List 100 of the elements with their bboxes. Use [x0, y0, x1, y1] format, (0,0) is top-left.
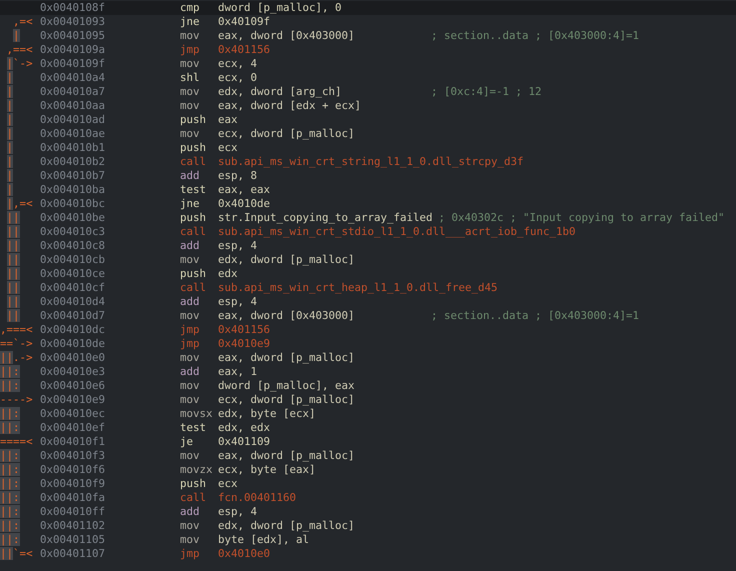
- jump-arrows: ||: [6, 253, 20, 267]
- code-line[interactable]: ||: 0x00401105 mov byte [edx], al: [0, 533, 736, 547]
- address-text: 0x004010ba: [40, 183, 106, 197]
- operand-text: eax, dword [0x403000]: [218, 29, 355, 43]
- address-text: 0x004010aa: [40, 99, 106, 113]
- jump-arrows: ||:: [0, 421, 20, 435]
- jump-arrows: ||:: [0, 533, 20, 547]
- address-text: 0x004010de: [40, 337, 106, 351]
- code-line[interactable]: || 0x004010c8 add esp, 4: [0, 239, 736, 253]
- code-line[interactable]: || 0x004010d4 add esp, 4: [0, 295, 736, 309]
- address-text: 0x004010ae: [40, 127, 106, 141]
- operand-text: 0x401156: [218, 43, 270, 57]
- mnemonic-text: push: [180, 477, 206, 491]
- address-text: 0x00401105: [40, 533, 106, 547]
- code-line[interactable]: ==`-> 0x004010de jmp 0x4010e9: [0, 337, 736, 351]
- address-text: 0x004010ec: [40, 407, 106, 421]
- operand-text: ecx, 0: [218, 71, 258, 85]
- operand-text: 0x401156: [218, 323, 270, 337]
- operand-text: ecx: [218, 477, 238, 491]
- code-line[interactable]: ||: 0x004010f6 movzx ecx, byte [eax]: [0, 463, 736, 477]
- operand-text: fcn.00401160: [218, 491, 296, 505]
- address-text: 0x004010ad: [40, 113, 106, 127]
- address-text: 0x00401095: [40, 29, 106, 43]
- mnemonic-text: movsx: [180, 407, 213, 421]
- operand-text: ecx, dword [p_malloc]: [218, 393, 355, 407]
- code-line[interactable]: ,===< 0x004010dc jmp 0x401156: [0, 323, 736, 337]
- code-line[interactable]: | 0x004010a4 shl ecx, 0: [0, 71, 736, 85]
- code-line[interactable]: ||.-> 0x004010e0 mov eax, dword [p_malloc]: [0, 351, 736, 365]
- code-line[interactable]: ||: 0x004010ef test edx, edx: [0, 421, 736, 435]
- code-line[interactable]: |`-> 0x0040109f mov ecx, 4: [0, 57, 736, 71]
- mnemonic-text: cmp: [180, 1, 200, 15]
- mnemonic-text: jmp: [180, 547, 200, 561]
- code-line[interactable]: | 0x004010b2 call sub.api_ms_win_crt_string_l1_1_0.dll_strcpy_d3f: [0, 155, 736, 169]
- mnemonic-text: call: [180, 491, 206, 505]
- operand-text: esp, 8: [218, 169, 258, 183]
- jump-arrows: ||.->: [0, 351, 33, 365]
- code-line[interactable]: |,=< 0x004010bc jne 0x4010de: [0, 197, 736, 211]
- jump-arrows: |: [6, 99, 14, 113]
- mnemonic-text: push: [180, 141, 206, 155]
- operand-text: eax, dword [p_malloc]: [218, 351, 355, 365]
- jump-arrows: |: [12, 29, 20, 43]
- jump-arrows: ||: [6, 267, 20, 281]
- jump-arrows: |: [6, 127, 14, 141]
- code-line[interactable]: ||: 0x004010e3 add eax, 1: [0, 365, 736, 379]
- code-line[interactable]: || 0x004010ce push edx: [0, 267, 736, 281]
- code-line[interactable]: ||: 0x004010f3 mov eax, dword [p_malloc]: [0, 449, 736, 463]
- comment-text: ; 0x40302c ; "Input copying to array failed": [438, 211, 725, 225]
- jump-arrows: ||: [6, 239, 20, 253]
- code-line[interactable]: ||: 0x004010fa call fcn.00401160: [0, 491, 736, 505]
- code-line[interactable]: ||: 0x004010ec movsx edx, byte [ecx]: [0, 407, 736, 421]
- jump-arrows: ==`->: [0, 337, 33, 351]
- code-line[interactable]: | 0x00401095 mov eax, dword [0x403000] ; section..data ; [0x403000:4]=1: [0, 29, 736, 43]
- jump-arrows: ||: [6, 225, 20, 239]
- address-text: 0x004010ef: [40, 421, 106, 435]
- operand-text: sub.api_ms_win_crt_string_l1_1_0.dll_strcpy_d3f: [218, 155, 524, 169]
- code-line[interactable]: | 0x004010ad push eax: [0, 113, 736, 127]
- code-line[interactable]: || 0x004010be push str.Input_copying_to_array_failed ; 0x40302c ; "Input copying to array failed": [0, 211, 736, 225]
- code-line[interactable]: || 0x004010cb mov edx, dword [p_malloc]: [0, 253, 736, 267]
- mnemonic-text: movzx: [180, 463, 213, 477]
- code-line[interactable]: ,==< 0x0040109a jmp 0x401156: [0, 43, 736, 57]
- operand-text: eax, dword [edx + ecx]: [218, 99, 362, 113]
- operand-text: byte [edx], al: [218, 533, 310, 547]
- code-line[interactable]: | 0x004010aa mov eax, dword [edx + ecx]: [0, 99, 736, 113]
- address-text: 0x004010f3: [40, 449, 106, 463]
- mnemonic-text: mov: [180, 85, 200, 99]
- operand-text: 0x401109: [218, 435, 270, 449]
- operand-text: dword [p_malloc], 0: [218, 1, 342, 15]
- jump-arrows: ,=<: [12, 15, 33, 29]
- comment-text: ; [0xc:4]=-1 ; 12: [431, 85, 542, 99]
- jump-arrows: ||:: [0, 449, 20, 463]
- jump-arrows: ||:: [0, 379, 20, 393]
- mnemonic-text: call: [180, 155, 206, 169]
- code-line[interactable]: | 0x004010b1 push ecx: [0, 141, 736, 155]
- code-line[interactable]: || 0x004010d7 mov eax, dword [0x403000] ; section..data ; [0x403000:4]=1: [0, 309, 736, 323]
- mnemonic-text: push: [180, 211, 206, 225]
- address-text: 0x004010d7: [40, 309, 106, 323]
- code-line[interactable]: | 0x004010ba test eax, eax: [0, 183, 736, 197]
- code-line[interactable]: ||: 0x004010f9 push ecx: [0, 477, 736, 491]
- code-line[interactable]: ||: 0x004010ff add esp, 4: [0, 505, 736, 519]
- code-line[interactable]: ,=< 0x00401093 jne 0x40109f: [0, 15, 736, 29]
- jump-arrows: ---->: [0, 393, 33, 407]
- address-text: 0x00401102: [40, 519, 106, 533]
- operand-text: edx, dword [arg_ch]: [218, 85, 342, 99]
- operand-text: 0x4010e9: [218, 337, 270, 351]
- jump-arrows: |: [6, 169, 14, 183]
- code-line[interactable]: | 0x004010b7 add esp, 8: [0, 169, 736, 183]
- code-line[interactable]: ----> 0x004010e9 mov ecx, dword [p_malloc]: [0, 393, 736, 407]
- code-line[interactable]: | 0x004010ae mov ecx, dword [p_malloc]: [0, 127, 736, 141]
- code-line[interactable]: ====< 0x004010f1 je 0x401109: [0, 435, 736, 449]
- code-line[interactable]: ||: 0x004010e6 mov dword [p_malloc], eax: [0, 379, 736, 393]
- code-line[interactable]: || 0x004010c3 call sub.api_ms_win_crt_stdio_l1_1_0.dll___acrt_iob_func_1b0: [0, 225, 736, 239]
- mnemonic-text: jmp: [180, 337, 200, 351]
- operand-text: ecx, byte [eax]: [218, 463, 316, 477]
- mnemonic-text: push: [180, 113, 206, 127]
- mnemonic-text: mov: [180, 309, 200, 323]
- code-line[interactable]: || 0x004010cf call sub.api_ms_win_crt_heap_l1_1_0.dll_free_d45: [0, 281, 736, 295]
- jump-arrows: ||: [6, 295, 20, 309]
- code-line[interactable]: ||: 0x00401102 mov edx, dword [p_malloc]: [0, 519, 736, 533]
- code-line[interactable]: | 0x004010a7 mov edx, dword [arg_ch] ; [0xc:4]=-1 ; 12: [0, 85, 736, 99]
- code-line[interactable]: ||`=< 0x00401107 jmp 0x4010e0: [0, 547, 736, 561]
